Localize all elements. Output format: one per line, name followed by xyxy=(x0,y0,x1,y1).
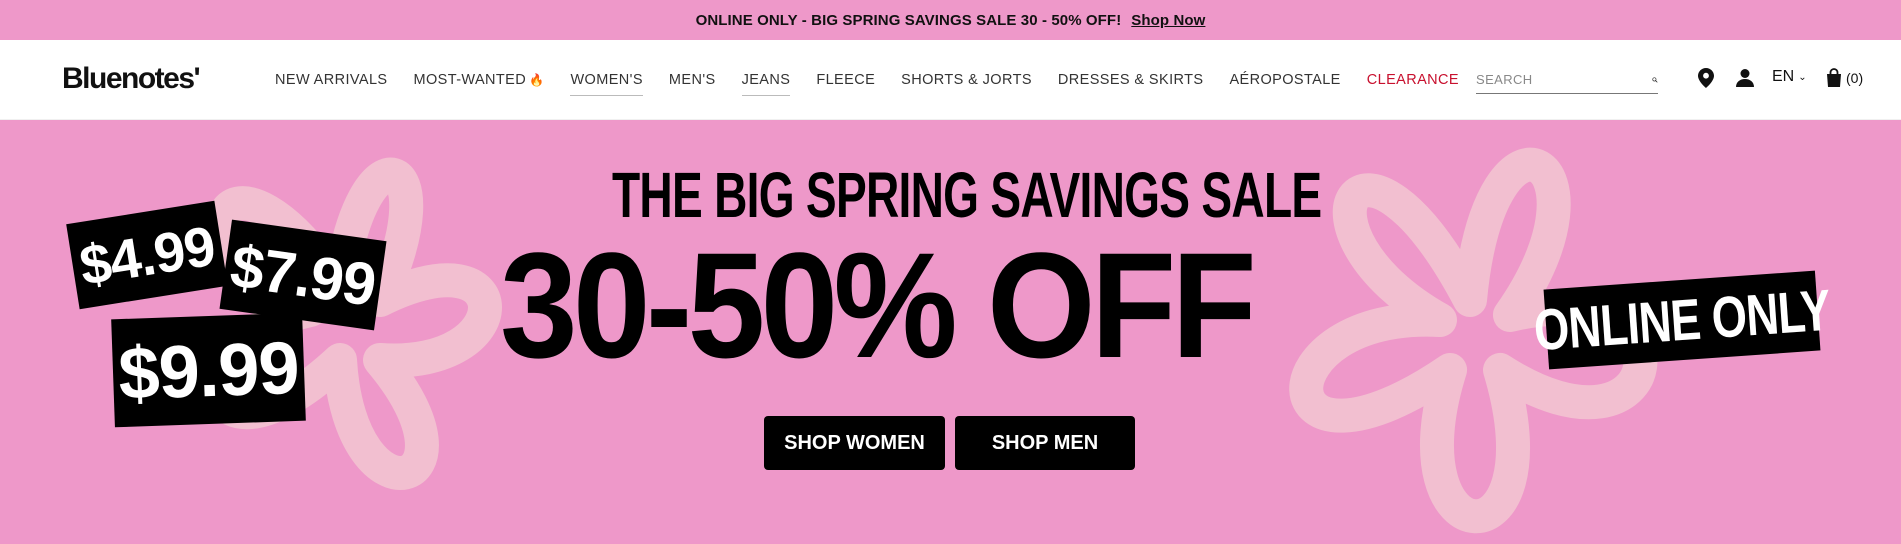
cart-button[interactable]: (0) xyxy=(1826,68,1863,87)
language-selector[interactable]: EN ⌄ xyxy=(1772,68,1807,86)
user-icon xyxy=(1736,69,1754,87)
search-icon[interactable] xyxy=(1652,71,1658,89)
search-input[interactable] xyxy=(1476,72,1652,87)
bluenotes-logo[interactable]: Bluenotes' xyxy=(62,62,201,96)
promo-text: ONLINE ONLY - BIG SPRING SAVINGS SALE 30… xyxy=(695,11,1122,29)
nav-mens[interactable]: MEN'S xyxy=(669,66,716,94)
promo-bar: ONLINE ONLY - BIG SPRING SAVINGS SALE 30… xyxy=(0,0,1901,40)
nav-jeans[interactable]: JEANS xyxy=(741,66,791,96)
nav-fleece[interactable]: FLEECE xyxy=(816,66,875,94)
cart-count: (0) xyxy=(1846,69,1864,86)
nav-womens[interactable]: WOMEN'S xyxy=(570,66,644,96)
nav-aeropostale[interactable]: AÉROPOSTALE xyxy=(1229,66,1340,94)
promo-shop-now-link[interactable]: Shop Now xyxy=(1131,12,1205,29)
shop-men-button[interactable]: SHOP MEN xyxy=(955,416,1135,470)
price-tag-9-99: $9.99 xyxy=(111,312,306,428)
location-pin-icon xyxy=(1698,68,1714,88)
nav-most-wanted-label: MOST-WANTED xyxy=(413,72,527,88)
nav-clearance[interactable]: CLEARANCE xyxy=(1367,66,1459,94)
nav-shorts-jorts[interactable]: SHORTS & JORTS xyxy=(901,66,1032,94)
nav-new-arrivals[interactable]: NEW ARRIVALS xyxy=(275,66,388,94)
account-button[interactable] xyxy=(1735,68,1755,88)
store-locator[interactable] xyxy=(1698,68,1714,88)
shopping-bag-icon xyxy=(1827,68,1841,87)
shop-women-button[interactable]: SHOP WOMEN xyxy=(764,416,945,470)
nav-most-wanted[interactable]: MOST-WANTED 🔥 xyxy=(414,66,545,94)
online-only-label: ONLINE ONLY xyxy=(1531,277,1833,363)
main-nav: NEW ARRIVALS MOST-WANTED 🔥 WOMEN'S MEN'S … xyxy=(275,40,1485,120)
search-box xyxy=(1476,66,1658,94)
hero-title: 30-50% OFF xyxy=(500,221,1257,389)
fire-icon: 🔥 xyxy=(529,73,545,87)
language-label: EN xyxy=(1772,68,1795,85)
chevron-down-icon: ⌄ xyxy=(1798,71,1807,83)
site-header: Bluenotes' NEW ARRIVALS MOST-WANTED 🔥 WOM… xyxy=(0,40,1901,120)
hero-banner: $4.99 $7.99 $9.99 THE BIG SPRING SAVINGS… xyxy=(0,120,1901,544)
nav-dresses-skirts[interactable]: DRESSES & SKIRTS xyxy=(1058,66,1204,94)
